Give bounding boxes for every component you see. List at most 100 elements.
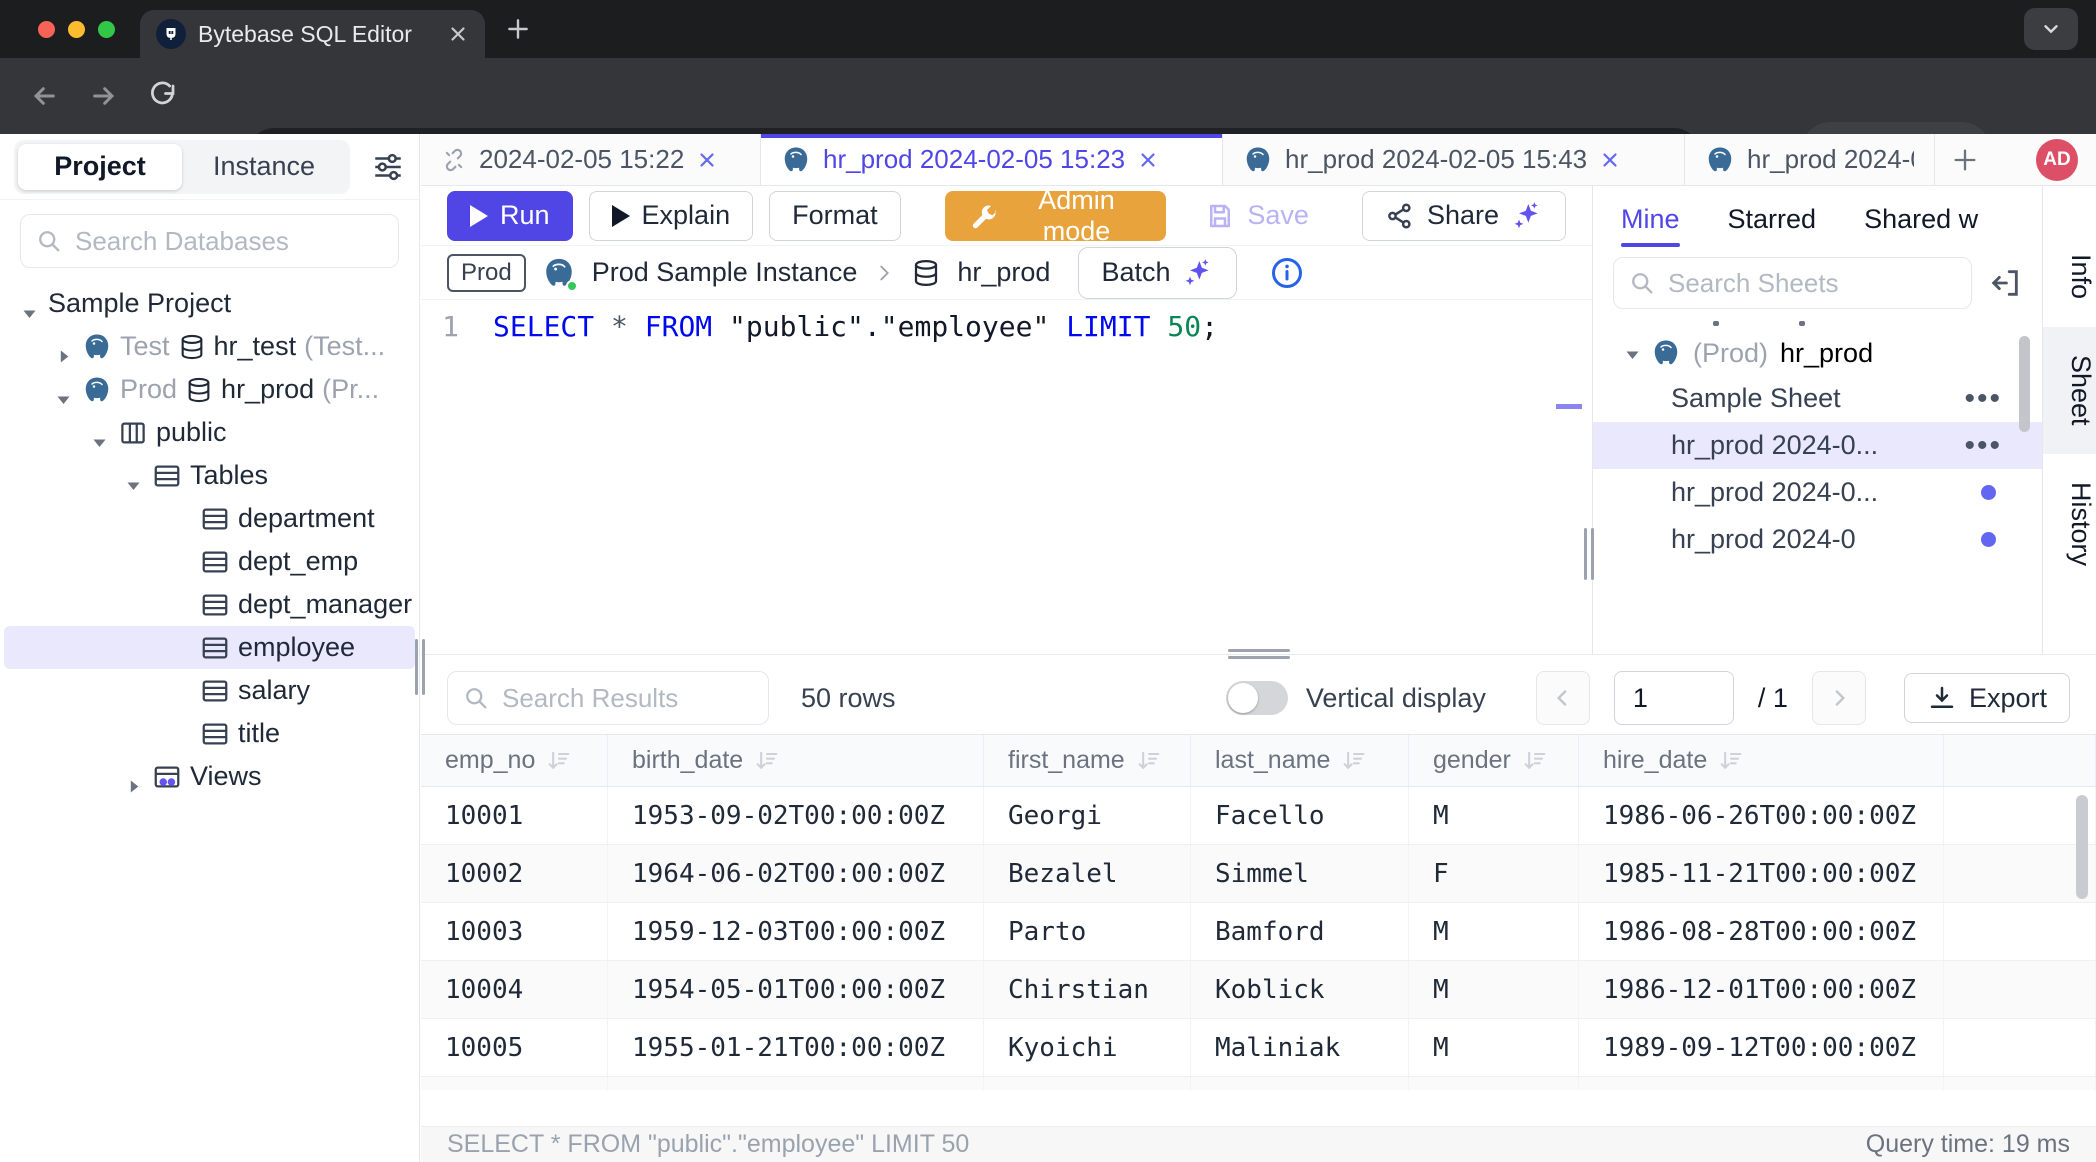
new-browser-tab-icon[interactable]	[505, 16, 531, 42]
tree-item-table[interactable]: salary	[4, 669, 415, 712]
column-header[interactable]: first_name	[984, 735, 1191, 787]
caret-down-icon[interactable]	[126, 469, 140, 483]
sort-icon[interactable]	[1717, 747, 1745, 775]
tab-instance[interactable]: Instance	[182, 144, 346, 190]
caret-down-icon[interactable]	[92, 426, 106, 440]
tree-item-project[interactable]: Sample Project	[4, 282, 415, 325]
explain-button[interactable]: Explain	[589, 191, 754, 241]
caret-down-icon[interactable]	[56, 383, 70, 397]
window-close-button[interactable]	[38, 21, 55, 38]
breadcrumb-instance[interactable]: Prod Sample Instance	[592, 257, 858, 288]
filter-sliders-icon[interactable]	[371, 150, 405, 184]
sort-icon[interactable]	[1135, 747, 1163, 775]
column-header[interactable]: gender	[1409, 735, 1579, 787]
table-cell: 10002	[421, 845, 608, 903]
table-name: salary	[238, 675, 310, 706]
tab-mine[interactable]: Mine	[1621, 204, 1680, 247]
tab-sheet[interactable]: Sheet	[2043, 327, 2096, 454]
results-search-input[interactable]	[502, 683, 754, 714]
caret-down-icon[interactable]	[1625, 338, 1639, 369]
admin-mode-button[interactable]: Admin mode	[945, 191, 1167, 241]
batch-button[interactable]: Batch	[1078, 247, 1237, 299]
tab-project[interactable]: Project	[18, 144, 182, 190]
sheet-tab[interactable]: hr_prod 2024-02-05 15:43	[1223, 134, 1685, 185]
window-minimize-button[interactable]	[68, 21, 85, 38]
results-resize-divider[interactable]	[421, 654, 2096, 662]
back-icon[interactable]	[28, 80, 60, 112]
table-scrollbar[interactable]	[2076, 795, 2088, 899]
sheet-tab[interactable]: 2024-02-05 15:22	[421, 134, 761, 185]
tree-item-tables[interactable]: Tables	[4, 454, 415, 497]
tree-item-schema[interactable]: public	[4, 411, 415, 454]
sheet-tab[interactable]: hr_prod 2024-0	[1685, 134, 1935, 185]
column-header[interactable]: last_name	[1191, 735, 1409, 787]
tab-close-icon[interactable]	[447, 23, 469, 45]
info-icon[interactable]	[1269, 255, 1305, 291]
forward-icon[interactable]	[88, 80, 120, 112]
tree-item-database[interactable]: Prodhr_prod(Pr...	[4, 368, 415, 411]
sheet-search-input[interactable]	[1668, 268, 1957, 299]
user-avatar[interactable]: AD	[2036, 139, 2078, 181]
new-sheet-button[interactable]	[1935, 134, 1995, 185]
sheet-group-row[interactable]: (Prod)hr_prod	[1593, 331, 2042, 375]
code-token: SELECT	[493, 310, 594, 343]
format-button[interactable]: Format	[769, 191, 901, 241]
save-button[interactable]: Save	[1182, 191, 1332, 241]
tree-item-table[interactable]: dept_manager	[4, 583, 415, 626]
tree-item-views[interactable]: Views	[4, 755, 415, 798]
close-tab-icon[interactable]	[696, 149, 718, 171]
tab-info[interactable]: Info	[2043, 226, 2096, 327]
next-page-button[interactable]	[1812, 671, 1866, 725]
query-time-label: Query time: 19 ms	[1866, 1130, 2070, 1159]
sort-icon[interactable]	[1340, 747, 1368, 775]
window-zoom-button[interactable]	[98, 21, 115, 38]
caret-down-icon[interactable]	[22, 297, 36, 311]
tab-starred[interactable]: Starred	[1728, 204, 1817, 247]
sidebar-resize-handle[interactable]	[412, 639, 428, 695]
share-button[interactable]: Share	[1362, 191, 1566, 241]
tab-search-chevron-button[interactable]	[2024, 8, 2078, 50]
sheet-list-item[interactable]: Sample Sheet•••	[1593, 375, 2042, 422]
sheet-list-item[interactable]: hr_prod 2024-0...	[1593, 469, 2042, 516]
sql-code-editor[interactable]: 1 SELECT * FROM "public"."employee" LIMI…	[421, 300, 1592, 654]
sheet-item-menu-icon[interactable]: •••	[1964, 429, 2020, 463]
prev-page-button[interactable]	[1536, 671, 1590, 725]
browser-tab[interactable]: Bytebase SQL Editor	[140, 10, 485, 58]
tree-item-table[interactable]: title	[4, 712, 415, 755]
tab-shared-with-me[interactable]: Shared w	[1864, 204, 1978, 247]
database-search-input[interactable]	[75, 226, 384, 257]
sheet-list-item[interactable]: hr_prod 2024-0...•••	[1593, 422, 2042, 469]
sheet-tab[interactable]: hr_prod 2024-02-05 15:23	[761, 134, 1223, 185]
caret-right-icon[interactable]	[56, 340, 70, 354]
database-search[interactable]	[20, 214, 399, 268]
sheet-list-scrollbar[interactable]	[2019, 336, 2030, 432]
column-header[interactable]: emp_no	[421, 735, 608, 787]
page-number-input[interactable]	[1614, 671, 1734, 725]
sort-icon[interactable]	[753, 747, 781, 775]
breadcrumb-database[interactable]: hr_prod	[957, 257, 1050, 288]
caret-right-icon[interactable]	[126, 770, 140, 784]
tab-history[interactable]: History	[2043, 454, 2096, 594]
close-tab-icon[interactable]	[1599, 149, 1621, 171]
sort-icon[interactable]	[545, 747, 573, 775]
reload-icon[interactable]	[148, 81, 178, 111]
drag-handle[interactable]	[1228, 649, 1290, 662]
column-header[interactable]: hire_date	[1579, 735, 1944, 787]
sheet-item-menu-icon[interactable]: •••	[1964, 382, 2020, 416]
run-button[interactable]: Run	[447, 191, 573, 241]
vertical-display-toggle[interactable]	[1226, 681, 1288, 715]
sheet-list-item[interactable]: hr_prod 2024-0	[1593, 516, 2042, 563]
tree-item-table[interactable]: employee	[4, 626, 415, 669]
collapse-panel-icon[interactable]	[1988, 266, 2022, 300]
panel-resize-handle[interactable]	[1584, 528, 1596, 580]
close-tab-icon[interactable]	[1137, 149, 1159, 171]
results-search[interactable]	[447, 671, 769, 725]
tree-item-database[interactable]: Testhr_test(Test...	[4, 325, 415, 368]
export-button[interactable]: Export	[1904, 673, 2070, 723]
sheet-search[interactable]	[1613, 257, 1972, 309]
tree-item-table[interactable]: department	[4, 497, 415, 540]
code-token: 50	[1167, 310, 1201, 343]
column-header[interactable]: birth_date	[608, 735, 984, 787]
tree-item-table[interactable]: dept_emp	[4, 540, 415, 583]
sort-icon[interactable]	[1521, 747, 1549, 775]
